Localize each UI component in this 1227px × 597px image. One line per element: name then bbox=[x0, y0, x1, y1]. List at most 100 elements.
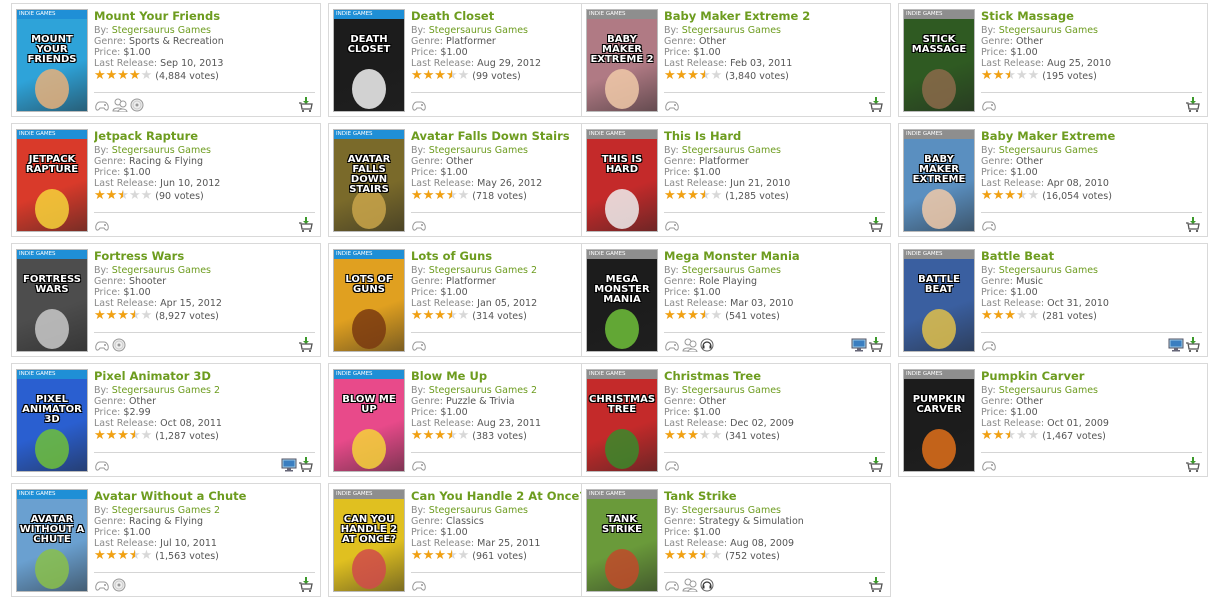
publisher-link[interactable]: Stegersaurus Games bbox=[112, 25, 211, 36]
game-card[interactable]: INDIE GAMES CHRISTMAS TREE Christmas Tre… bbox=[581, 363, 891, 477]
game-title[interactable]: Baby Maker Extreme bbox=[981, 129, 1207, 143]
star-rating: ★★★★★★★★★★(1,467 votes) bbox=[981, 429, 1106, 443]
add-to-cart-icon[interactable] bbox=[868, 96, 884, 116]
publisher-link[interactable]: Stegersaurus Games 2 bbox=[429, 385, 537, 396]
stars-icon: ★★★★★★★★★★ bbox=[664, 68, 723, 83]
game-title[interactable]: Pumpkin Carver bbox=[981, 369, 1207, 383]
genre-line: Genre: Other bbox=[94, 396, 156, 407]
add-to-cart-icon[interactable] bbox=[298, 576, 314, 596]
game-card[interactable]: INDIE GAMES TANK STRIKE Tank Strike By: … bbox=[581, 483, 891, 597]
game-thumbnail[interactable]: INDIE GAMES CHRISTMAS TREE bbox=[586, 369, 658, 472]
add-to-cart-icon[interactable] bbox=[868, 336, 884, 356]
publisher-link[interactable]: Stegersaurus Games bbox=[429, 145, 528, 156]
release-value: Mar 25, 2011 bbox=[477, 538, 541, 549]
game-title[interactable]: Mega Monster Mania bbox=[664, 249, 890, 263]
game-title[interactable]: This Is Hard bbox=[664, 129, 890, 143]
add-to-cart-icon[interactable] bbox=[1185, 456, 1201, 476]
add-to-cart-icon[interactable] bbox=[298, 216, 314, 236]
game-thumbnail[interactable]: INDIE GAMES TANK STRIKE bbox=[586, 489, 658, 592]
game-thumbnail[interactable]: INDIE GAMES LOTS OF GUNS bbox=[333, 249, 405, 352]
box-art-figure bbox=[35, 429, 69, 469]
game-title[interactable]: Tank Strike bbox=[664, 489, 890, 503]
game-card[interactable]: INDIE GAMES PIXEL ANIMATOR 3D Pixel Anim… bbox=[11, 363, 321, 477]
disc-icon bbox=[130, 97, 146, 116]
game-thumbnail[interactable]: INDIE GAMES BABY MAKER EXTREME 2 bbox=[586, 9, 658, 112]
game-title[interactable]: Fortress Wars bbox=[94, 249, 320, 263]
publisher-link[interactable]: Stegersaurus Games bbox=[112, 265, 211, 276]
publisher-link[interactable]: Stegersaurus Games 2 bbox=[429, 265, 537, 276]
publisher-link[interactable]: Stegersaurus Games 2 bbox=[112, 505, 220, 516]
publisher-link[interactable]: Stegersaurus Games bbox=[682, 145, 781, 156]
game-title[interactable]: Jetpack Rapture bbox=[94, 129, 320, 143]
game-thumbnail[interactable]: INDIE GAMES MEGA MONSTER MANIA bbox=[586, 249, 658, 352]
game-title[interactable]: Avatar Without a Chute bbox=[94, 489, 320, 503]
publisher-link[interactable]: Stegersaurus Games bbox=[999, 265, 1098, 276]
box-art-title: PUMPKIN CARVER bbox=[912, 394, 966, 415]
box-art: LOTS OF GUNS bbox=[334, 259, 404, 351]
game-card[interactable]: INDIE GAMES FORTRESS WARS Fortress Wars … bbox=[11, 243, 321, 357]
game-thumbnail[interactable]: INDIE GAMES DEATH CLOSET bbox=[333, 9, 405, 112]
genre-value: Other bbox=[1016, 156, 1043, 167]
publisher-link[interactable]: Stegersaurus Games 2 bbox=[112, 385, 220, 396]
game-thumbnail[interactable]: INDIE GAMES MOUNT YOUR FRIENDS bbox=[16, 9, 88, 112]
add-to-cart-icon[interactable] bbox=[298, 336, 314, 356]
publisher-link[interactable]: Stegersaurus Games bbox=[999, 25, 1098, 36]
game-thumbnail[interactable]: INDIE GAMES AVATAR FALLS DOWN STAIRS bbox=[333, 129, 405, 232]
add-to-cart-icon[interactable] bbox=[1185, 216, 1201, 236]
box-art-figure bbox=[35, 69, 69, 109]
box-art: CAN YOU HANDLE 2 AT ONCE? bbox=[334, 499, 404, 591]
indie-games-badge: INDIE GAMES bbox=[334, 370, 404, 379]
game-card[interactable]: INDIE GAMES AVATAR WITHOUT A CHUTE Avata… bbox=[11, 483, 321, 597]
add-to-cart-icon[interactable] bbox=[868, 456, 884, 476]
game-card[interactable]: INDIE GAMES MOUNT YOUR FRIENDS Mount You… bbox=[11, 3, 321, 117]
publisher-link[interactable]: Stegersaurus Games bbox=[429, 505, 528, 516]
headset-icon bbox=[700, 337, 716, 356]
add-to-cart-icon[interactable] bbox=[298, 96, 314, 116]
game-title[interactable]: Pixel Animator 3D bbox=[94, 369, 320, 383]
game-thumbnail[interactable]: INDIE GAMES FORTRESS WARS bbox=[16, 249, 88, 352]
game-thumbnail[interactable]: INDIE GAMES STICK MASSAGE bbox=[903, 9, 975, 112]
game-title[interactable]: Christmas Tree bbox=[664, 369, 890, 383]
indie-games-badge: INDIE GAMES bbox=[334, 130, 404, 139]
publisher-link[interactable]: Stegersaurus Games bbox=[999, 145, 1098, 156]
add-to-cart-icon[interactable] bbox=[1185, 336, 1201, 356]
game-title[interactable]: Stick Massage bbox=[981, 9, 1207, 23]
add-to-cart-icon[interactable] bbox=[1185, 96, 1201, 116]
game-card[interactable]: INDIE GAMES THIS IS HARD This Is Hard By… bbox=[581, 123, 891, 237]
game-card[interactable]: INDIE GAMES BATTLE BEAT Battle Beat By: … bbox=[898, 243, 1208, 357]
publisher-link[interactable]: Stegersaurus Games bbox=[682, 25, 781, 36]
game-thumbnail[interactable]: INDIE GAMES CAN YOU HANDLE 2 AT ONCE? bbox=[333, 489, 405, 592]
game-card[interactable]: INDIE GAMES JETPACK RAPTURE Jetpack Rapt… bbox=[11, 123, 321, 237]
game-card[interactable]: INDIE GAMES BABY MAKER EXTREME Baby Make… bbox=[898, 123, 1208, 237]
game-card[interactable]: INDIE GAMES STICK MASSAGE Stick Massage … bbox=[898, 3, 1208, 117]
publisher-link[interactable]: Stegersaurus Games bbox=[999, 385, 1098, 396]
publisher-link[interactable]: Stegersaurus Games bbox=[682, 505, 781, 516]
game-card[interactable]: INDIE GAMES BABY MAKER EXTREME 2 Baby Ma… bbox=[581, 3, 891, 117]
controller-icon bbox=[411, 457, 429, 476]
publisher-link[interactable]: Stegersaurus Games bbox=[682, 385, 781, 396]
publisher-link[interactable]: Stegersaurus Games bbox=[682, 265, 781, 276]
add-to-cart-icon[interactable] bbox=[868, 216, 884, 236]
game-thumbnail[interactable]: INDIE GAMES BATTLE BEAT bbox=[903, 249, 975, 352]
game-thumbnail[interactable]: INDIE GAMES BABY MAKER EXTREME bbox=[903, 129, 975, 232]
game-thumbnail[interactable]: INDIE GAMES THIS IS HARD bbox=[586, 129, 658, 232]
price-label: Price: bbox=[664, 407, 691, 418]
publisher-link[interactable]: Stegersaurus Games bbox=[112, 145, 211, 156]
game-title[interactable]: Battle Beat bbox=[981, 249, 1207, 263]
game-card[interactable]: INDIE GAMES MEGA MONSTER MANIA Mega Mons… bbox=[581, 243, 891, 357]
game-thumbnail[interactable]: INDIE GAMES AVATAR WITHOUT A CHUTE bbox=[16, 489, 88, 592]
game-title[interactable]: Baby Maker Extreme 2 bbox=[664, 9, 890, 23]
game-title[interactable]: Mount Your Friends bbox=[94, 9, 320, 23]
game-thumbnail[interactable]: INDIE GAMES PIXEL ANIMATOR 3D bbox=[16, 369, 88, 472]
card-divider bbox=[94, 452, 315, 453]
game-card[interactable]: INDIE GAMES PUMPKIN CARVER Pumpkin Carve… bbox=[898, 363, 1208, 477]
add-to-cart-icon[interactable] bbox=[868, 576, 884, 596]
game-thumbnail[interactable]: INDIE GAMES PUMPKIN CARVER bbox=[903, 369, 975, 472]
game-thumbnail[interactable]: INDIE GAMES BLOW ME UP bbox=[333, 369, 405, 472]
price-line: Price: $1.00 bbox=[411, 527, 468, 538]
feature-icons bbox=[94, 97, 146, 113]
add-to-cart-icon[interactable] bbox=[298, 456, 314, 476]
indie-games-badge: INDIE GAMES bbox=[17, 250, 87, 259]
game-thumbnail[interactable]: INDIE GAMES JETPACK RAPTURE bbox=[16, 129, 88, 232]
publisher-link[interactable]: Stegersaurus Games bbox=[429, 25, 528, 36]
